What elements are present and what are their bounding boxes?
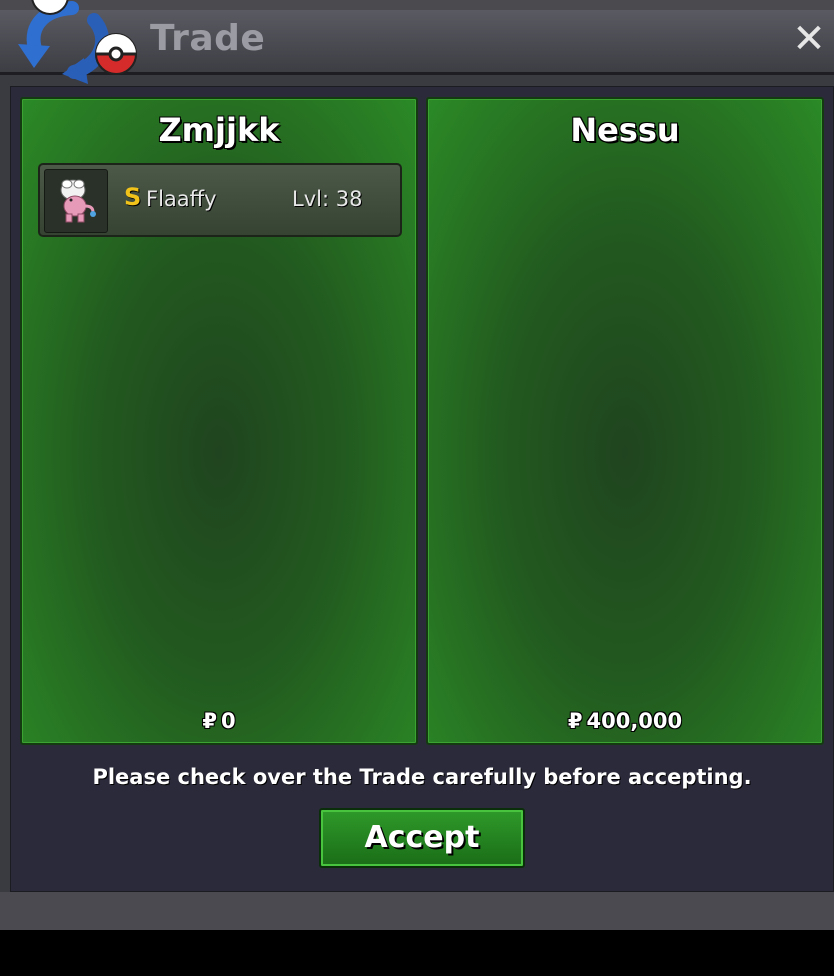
left-player-name: Zmjjkk [158,111,280,149]
pokemon-name: Flaaffy [146,187,217,211]
pokemon-level: Lvl: 38 [292,187,363,211]
shiny-badge: S [124,183,142,211]
offered-pokemon-card[interactable]: S Flaaffy Lvl: 38 [38,163,402,237]
accept-button[interactable]: Accept [319,808,525,868]
flaaffy-sprite-icon [60,179,96,223]
trade-panel-left: Zmjjkk S Flaaffy Lvl: 38 ₽ 0 [20,97,418,745]
trade-notice: Please check over the Trade carefully be… [92,765,752,789]
right-money: ₽400,000 [428,709,822,733]
right-player-name: Nessu [570,111,680,149]
trade-content: Zmjjkk S Flaaffy Lvl: 38 ₽ 0 Nessu ₽ 400… [10,86,834,892]
currency-symbol: ₽ [202,709,217,733]
currency-symbol: ₽ [567,709,583,733]
close-button[interactable]: ✕ [788,16,830,62]
left-money: ₽0 [22,709,416,733]
window-bottom-strip [0,892,834,930]
left-money-amount: 0 [221,709,236,733]
trade-panel-right: Nessu ₽400,000 [426,97,824,745]
pokemon-icon-frame [44,169,108,233]
right-money-amount: 400,000 [586,709,683,733]
window-title: Trade [150,18,266,59]
trade-logo-icon [18,0,138,84]
trade-window: Trade ✕ Zmjjkk S Flaaffy Lvl: 38 ₽ 0 Nes… [0,0,834,930]
